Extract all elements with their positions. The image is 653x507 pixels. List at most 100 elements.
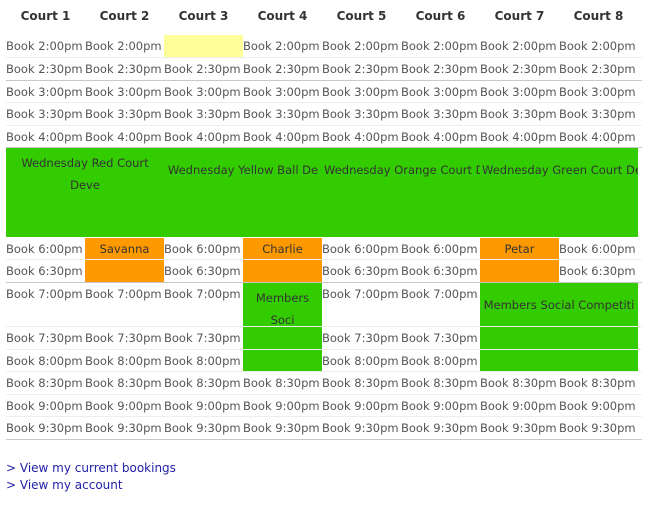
book-slot-court1-400pm[interactable]: Book 4:00pm bbox=[6, 126, 85, 148]
book-slot-court7-930pm[interactable]: Book 9:30pm bbox=[480, 417, 559, 439]
book-slot-court6-700pm[interactable]: Book 7:00pm bbox=[401, 283, 480, 305]
book-slot-court5-900pm[interactable]: Book 9:00pm bbox=[322, 395, 401, 417]
book-slot-court3-330pm[interactable]: Book 3:30pm bbox=[164, 103, 243, 125]
book-slot-court3-300pm[interactable]: Book 3:00pm bbox=[164, 81, 243, 103]
book-slot-court1-930pm[interactable]: Book 9:30pm bbox=[6, 417, 85, 439]
book-slot-court2-900pm[interactable]: Book 9:00pm bbox=[85, 395, 164, 417]
block-wednesday-red[interactable]: Wednesday Red Court Deve bbox=[6, 148, 164, 237]
book-slot-court8-630pm[interactable]: Book 6:30pm bbox=[559, 260, 638, 282]
book-slot-court5-830pm[interactable]: Book 8:30pm bbox=[322, 372, 401, 394]
booking-charlie[interactable]: Charlie bbox=[243, 238, 322, 282]
book-slot-court8-830pm[interactable]: Book 8:30pm bbox=[559, 372, 638, 394]
book-slot-court8-900pm[interactable]: Book 9:00pm bbox=[559, 395, 638, 417]
book-slot-court8-600pm[interactable]: Book 6:00pm bbox=[559, 238, 638, 260]
book-slot-court6-300pm[interactable]: Book 3:00pm bbox=[401, 81, 480, 103]
book-slot-court4-400pm[interactable]: Book 4:00pm bbox=[243, 126, 322, 148]
book-slot-court6-900pm[interactable]: Book 9:00pm bbox=[401, 395, 480, 417]
book-slot-court3-200pm[interactable] bbox=[164, 35, 243, 57]
book-slot-court3-630pm[interactable]: Book 6:30pm bbox=[164, 260, 243, 282]
book-slot-court5-800pm[interactable]: Book 8:00pm bbox=[322, 350, 401, 372]
book-slot-court7-330pm[interactable]: Book 3:30pm bbox=[480, 103, 559, 125]
book-slot-court6-600pm[interactable]: Book 6:00pm bbox=[401, 238, 480, 260]
block-wednesday-yellow[interactable]: Wednesday Yellow Ball De bbox=[164, 148, 322, 237]
book-slot-court6-800pm[interactable]: Book 8:00pm bbox=[401, 350, 480, 372]
book-slot-court2-200pm[interactable]: Book 2:00pm bbox=[85, 35, 164, 57]
block-members-social-competition[interactable]: Members Social Competiti bbox=[480, 283, 638, 371]
view-account-link[interactable]: > View my account bbox=[6, 478, 123, 492]
book-slot-court3-900pm[interactable]: Book 9:00pm bbox=[164, 395, 243, 417]
book-slot-court4-200pm[interactable]: Book 2:00pm bbox=[243, 35, 322, 57]
book-slot-court1-200pm[interactable]: Book 2:00pm bbox=[6, 35, 85, 57]
book-slot-court2-330pm[interactable]: Book 3:30pm bbox=[85, 103, 164, 125]
book-slot-court1-900pm[interactable]: Book 9:00pm bbox=[6, 395, 85, 417]
book-slot-court7-230pm[interactable]: Book 2:30pm bbox=[480, 58, 559, 80]
book-slot-court3-400pm[interactable]: Book 4:00pm bbox=[164, 126, 243, 148]
block-wednesday-green[interactable]: Wednesday Green Court De bbox=[480, 148, 638, 237]
book-slot-court3-730pm[interactable]: Book 7:30pm bbox=[164, 327, 243, 349]
book-slot-court1-630pm[interactable]: Book 6:30pm bbox=[6, 260, 85, 282]
book-slot-court5-730pm[interactable]: Book 7:30pm bbox=[322, 327, 401, 349]
book-slot-court2-400pm[interactable]: Book 4:00pm bbox=[85, 126, 164, 148]
book-slot-court8-330pm[interactable]: Book 3:30pm bbox=[559, 103, 638, 125]
book-slot-court2-930pm[interactable]: Book 9:30pm bbox=[85, 417, 164, 439]
book-slot-court4-330pm[interactable]: Book 3:30pm bbox=[243, 103, 322, 125]
booking-petar[interactable]: Petar bbox=[480, 238, 559, 282]
book-slot-court5-630pm[interactable]: Book 6:30pm bbox=[322, 260, 401, 282]
book-slot-court4-900pm[interactable]: Book 9:00pm bbox=[243, 395, 322, 417]
book-slot-court7-400pm[interactable]: Book 4:00pm bbox=[480, 126, 559, 148]
book-slot-court6-230pm[interactable]: Book 2:30pm bbox=[401, 58, 480, 80]
book-slot-court5-230pm[interactable]: Book 2:30pm bbox=[322, 58, 401, 80]
book-slot-court1-800pm[interactable]: Book 8:00pm bbox=[6, 350, 85, 372]
book-slot-court4-930pm[interactable]: Book 9:30pm bbox=[243, 417, 322, 439]
block-members-social[interactable]: Members Soci bbox=[243, 283, 322, 371]
block-wednesday-orange[interactable]: Wednesday Orange Court D bbox=[322, 148, 480, 237]
view-bookings-link[interactable]: > View my current bookings bbox=[6, 461, 176, 475]
book-slot-court3-930pm[interactable]: Book 9:30pm bbox=[164, 417, 243, 439]
book-slot-court1-730pm[interactable]: Book 7:30pm bbox=[6, 327, 85, 349]
book-slot-court7-830pm[interactable]: Book 8:30pm bbox=[480, 372, 559, 394]
book-slot-court4-300pm[interactable]: Book 3:00pm bbox=[243, 81, 322, 103]
book-slot-court6-330pm[interactable]: Book 3:30pm bbox=[401, 103, 480, 125]
book-slot-court3-700pm[interactable]: Book 7:00pm bbox=[164, 283, 243, 305]
book-slot-court6-200pm[interactable]: Book 2:00pm bbox=[401, 35, 480, 57]
book-slot-court6-630pm[interactable]: Book 6:30pm bbox=[401, 260, 480, 282]
book-slot-court7-300pm[interactable]: Book 3:00pm bbox=[480, 81, 559, 103]
book-slot-court8-230pm[interactable]: Book 2:30pm bbox=[559, 58, 638, 80]
book-slot-court2-730pm[interactable]: Book 7:30pm bbox=[85, 327, 164, 349]
booking-savanna[interactable]: Savanna bbox=[85, 238, 164, 282]
book-slot-court2-230pm[interactable]: Book 2:30pm bbox=[85, 58, 164, 80]
book-slot-court1-230pm[interactable]: Book 2:30pm bbox=[6, 58, 85, 80]
book-slot-court8-930pm[interactable]: Book 9:30pm bbox=[559, 417, 638, 439]
book-slot-court3-230pm[interactable]: Book 2:30pm bbox=[164, 58, 243, 80]
book-slot-court2-700pm[interactable]: Book 7:00pm bbox=[85, 283, 164, 305]
book-slot-court1-300pm[interactable]: Book 3:00pm bbox=[6, 81, 85, 103]
book-slot-court2-830pm[interactable]: Book 8:30pm bbox=[85, 372, 164, 394]
book-slot-court4-830pm[interactable]: Book 8:30pm bbox=[243, 372, 322, 394]
book-slot-court5-300pm[interactable]: Book 3:00pm bbox=[322, 81, 401, 103]
book-slot-court8-300pm[interactable]: Book 3:00pm bbox=[559, 81, 638, 103]
book-slot-court6-930pm[interactable]: Book 9:30pm bbox=[401, 417, 480, 439]
book-slot-court6-830pm[interactable]: Book 8:30pm bbox=[401, 372, 480, 394]
book-slot-court2-800pm[interactable]: Book 8:00pm bbox=[85, 350, 164, 372]
book-slot-court3-600pm[interactable]: Book 6:00pm bbox=[164, 238, 243, 260]
book-slot-court5-700pm[interactable]: Book 7:00pm bbox=[322, 283, 401, 305]
book-slot-court1-330pm[interactable]: Book 3:30pm bbox=[6, 103, 85, 125]
book-slot-court3-830pm[interactable]: Book 8:30pm bbox=[164, 372, 243, 394]
book-slot-court2-300pm[interactable]: Book 3:00pm bbox=[85, 81, 164, 103]
book-slot-court1-700pm[interactable]: Book 7:00pm bbox=[6, 283, 85, 305]
book-slot-court6-730pm[interactable]: Book 7:30pm bbox=[401, 327, 480, 349]
book-slot-court4-230pm[interactable]: Book 2:30pm bbox=[243, 58, 322, 80]
book-slot-court8-400pm[interactable]: Book 4:00pm bbox=[559, 126, 638, 148]
book-slot-court7-900pm[interactable]: Book 9:00pm bbox=[480, 395, 559, 417]
book-slot-court5-930pm[interactable]: Book 9:30pm bbox=[322, 417, 401, 439]
book-slot-court7-200pm[interactable]: Book 2:00pm bbox=[480, 35, 559, 57]
book-slot-court5-330pm[interactable]: Book 3:30pm bbox=[322, 103, 401, 125]
book-slot-court8-200pm[interactable]: Book 2:00pm bbox=[559, 35, 638, 57]
book-slot-court5-400pm[interactable]: Book 4:00pm bbox=[322, 126, 401, 148]
book-slot-court1-600pm[interactable]: Book 6:00pm bbox=[6, 238, 85, 260]
book-slot-court5-600pm[interactable]: Book 6:00pm bbox=[322, 238, 401, 260]
book-slot-court5-200pm[interactable]: Book 2:00pm bbox=[322, 35, 401, 57]
book-slot-court1-830pm[interactable]: Book 8:30pm bbox=[6, 372, 85, 394]
book-slot-court6-400pm[interactable]: Book 4:00pm bbox=[401, 126, 480, 148]
book-slot-court3-800pm[interactable]: Book 8:00pm bbox=[164, 350, 243, 372]
